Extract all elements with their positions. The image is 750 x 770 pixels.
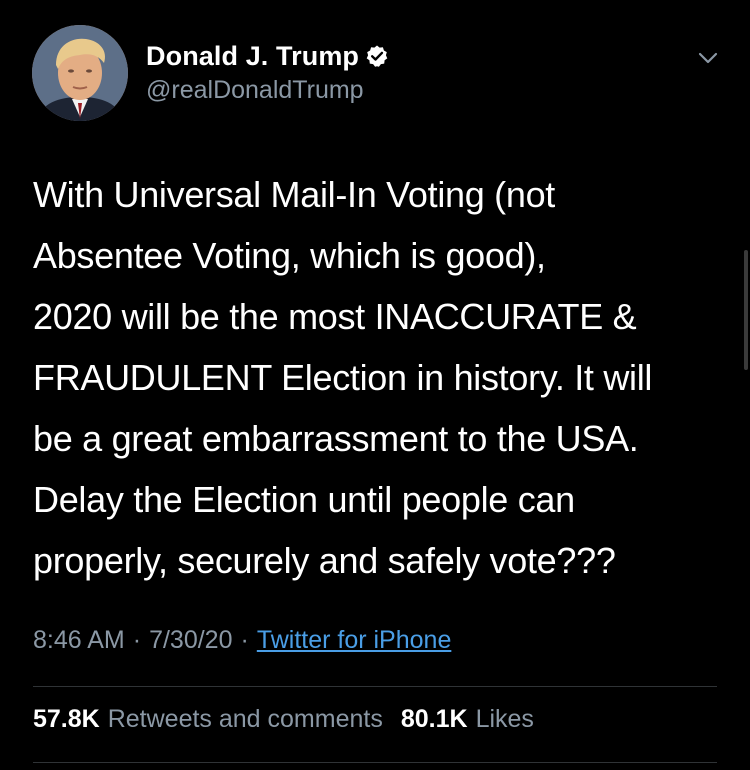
tweet-time: 8:46 AM	[33, 626, 125, 654]
engagement-stats: 57.8K Retweets and comments 80.1K Likes	[33, 705, 534, 734]
tweet-metadata: 8:46 AM · 7/30/20 · Twitter for iPhone	[33, 626, 451, 655]
retweets-stat[interactable]: 57.8K Retweets and comments	[33, 705, 383, 734]
likes-stat[interactable]: 80.1K Likes	[401, 705, 534, 734]
tweet-text-line: Absentee Voting, which is good),	[33, 235, 546, 276]
meta-separator: ·	[240, 626, 249, 654]
tweet-text-line: properly, securely and safely vote???	[33, 540, 616, 581]
meta-separator: ·	[132, 626, 142, 654]
tweet-text-line: With Universal Mail-In Voting (not	[33, 174, 555, 215]
tweet-text-line: 2020 will be the most INACCURATE &	[33, 296, 637, 337]
likes-label: Likes	[475, 705, 534, 733]
divider	[33, 686, 717, 687]
tweet-text-line: Delay the Election until people can	[33, 479, 575, 520]
verified-badge-icon	[366, 45, 388, 67]
tweet-date: 7/30/20	[149, 626, 233, 654]
tweet-text: With Universal Mail-In Voting (not Absen…	[33, 164, 733, 591]
tweet-source-link[interactable]: Twitter for iPhone	[257, 626, 452, 655]
tweet-text-line: FRAUDULENT Election in history. It will	[33, 357, 653, 398]
avatar-portrait	[32, 25, 128, 121]
likes-count: 80.1K	[400, 705, 468, 733]
avatar[interactable]	[32, 25, 128, 121]
tweet-text-line: be a great embarrassment to the USA.	[33, 418, 639, 459]
chevron-down-icon[interactable]	[694, 47, 722, 69]
retweets-count: 57.8K	[33, 705, 100, 733]
user-handle[interactable]: @realDonaldTrump	[146, 76, 364, 105]
scrollbar[interactable]	[744, 250, 748, 370]
retweets-label: Retweets and comments	[107, 705, 383, 733]
divider	[33, 762, 717, 763]
display-name[interactable]: Donald J. Trump	[146, 41, 359, 72]
author-name-row[interactable]: Donald J. Trump	[146, 38, 389, 74]
tweet-detail: Donald J. Trump @realDonaldTrump With Un…	[0, 0, 750, 770]
